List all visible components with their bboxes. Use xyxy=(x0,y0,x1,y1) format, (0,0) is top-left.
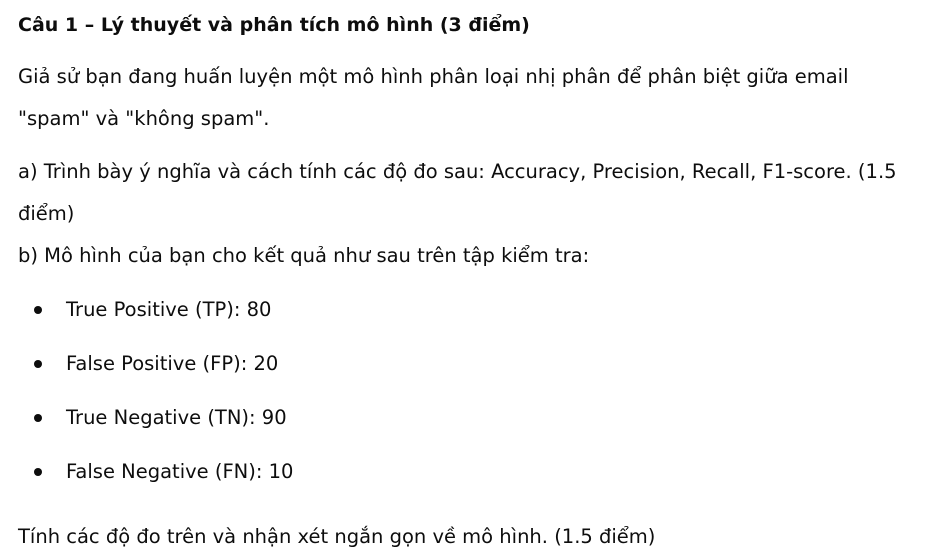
intro-line-1: Giả sử bạn đang huấn luyện một mô hình p… xyxy=(18,65,849,88)
bullet-icon xyxy=(34,306,42,314)
closing-paragraph: Tính các độ đo trên và nhận xét ngắn gọn… xyxy=(18,525,656,548)
bullet-icon xyxy=(34,414,42,422)
part-a-paragraph: a) Trình bày ý nghĩa và cách tính các độ… xyxy=(18,151,897,235)
part-a-line-1: a) Trình bày ý nghĩa và cách tính các độ… xyxy=(18,160,897,183)
question-heading: Câu 1 – Lý thuyết và phân tích mô hình (… xyxy=(18,14,530,36)
intro-line-2: "spam" và "không spam". xyxy=(18,107,270,130)
bullet-icon xyxy=(34,360,42,368)
list-item-text: False Positive (FP): 20 xyxy=(66,352,279,375)
intro-paragraph: Giả sử bạn đang huấn luyện một mô hình p… xyxy=(18,56,849,140)
list-item-text: True Negative (TN): 90 xyxy=(66,406,287,429)
bullet-icon xyxy=(34,468,42,476)
part-b-paragraph: b) Mô hình của bạn cho kết quả như sau t… xyxy=(18,244,590,267)
part-a-line-2: điểm) xyxy=(18,202,75,225)
list-item-text: False Negative (FN): 10 xyxy=(66,460,294,483)
list-item-text: True Positive (TP): 80 xyxy=(66,298,272,321)
